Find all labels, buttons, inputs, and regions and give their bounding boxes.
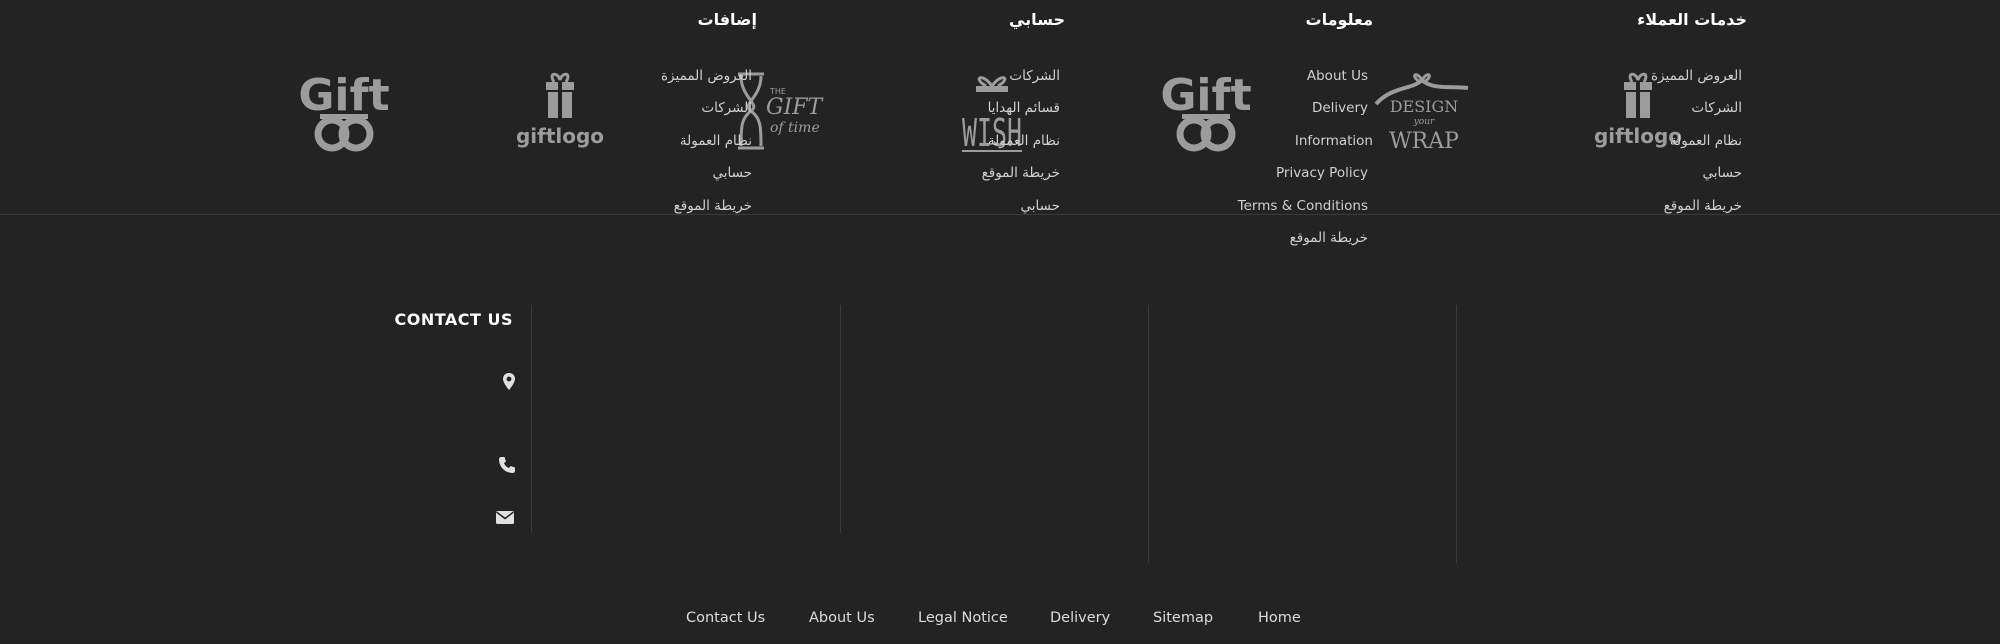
contact-column: CONTACT US	[313, 300, 513, 342]
customer-service-link[interactable]: الشركات	[1487, 94, 1747, 126]
information-link[interactable]: Delivery	[1123, 94, 1373, 126]
my-account-heading: حسابي	[1008, 10, 1065, 29]
svg-text:Gift: Gift	[298, 70, 389, 121]
bottom-link-delivery[interactable]: Delivery	[1050, 604, 1110, 632]
bottom-link-legal-notice[interactable]: Legal Notice	[918, 604, 1008, 632]
information-link[interactable]: Terms & Conditions	[1123, 192, 1373, 224]
my-account-link[interactable]: خريطة الموقع	[815, 159, 1065, 191]
information-column: معلومات About Us Delivery Information Pr…	[1123, 0, 1373, 256]
phone-icon	[497, 455, 517, 475]
column-divider	[840, 305, 841, 533]
my-account-link[interactable]: نظام العمولة	[815, 127, 1065, 159]
gift-knot-logo[interactable]: Gift	[294, 68, 394, 156]
my-account-link[interactable]: حسابي	[815, 192, 1065, 224]
customer-service-link[interactable]: حسابي	[1487, 159, 1747, 191]
extras-column: إضافات العروض المميزة الشركات نظام العمو…	[507, 0, 757, 224]
information-list: About Us Delivery Information Privacy Po…	[1123, 62, 1373, 256]
extras-link[interactable]: نظام العمولة	[507, 127, 757, 159]
information-link[interactable]: About Us	[1123, 62, 1373, 94]
column-divider	[1456, 305, 1457, 563]
customer-service-heading: خدمات العملاء	[1637, 10, 1747, 29]
map-pin-icon	[499, 372, 519, 392]
bottom-link-home[interactable]: Home	[1258, 604, 1301, 632]
my-account-column: حسابي الشركات قسائم الهدايا نظام العمولة…	[815, 0, 1065, 224]
column-divider	[531, 305, 532, 533]
contact-heading: CONTACT US	[394, 310, 513, 329]
design-your-wrap-logo[interactable]: DESIGN your WRAP	[1372, 68, 1472, 156]
extras-list: العروض المميزة الشركات نظام العمولة حساب…	[507, 62, 757, 224]
my-account-link[interactable]: قسائم الهدايا	[815, 94, 1065, 126]
bottom-link-about-us[interactable]: About Us	[809, 604, 875, 632]
extras-link[interactable]: الشركات	[507, 94, 757, 126]
bottom-link-sitemap[interactable]: Sitemap	[1153, 604, 1213, 632]
extras-link[interactable]: العروض المميزة	[507, 62, 757, 94]
svg-text:of time: of time	[770, 120, 820, 136]
information-link[interactable]: خريطة الموقع	[1123, 224, 1373, 256]
information-link[interactable]: Privacy Policy	[1123, 159, 1373, 191]
customer-service-column: خدمات العملاء العروض المميزة الشركات نظا…	[1487, 0, 1747, 224]
column-divider	[1148, 305, 1149, 563]
customer-service-link[interactable]: العروض المميزة	[1487, 62, 1747, 94]
customer-service-list: العروض المميزة الشركات نظام العمولة حساب…	[1487, 62, 1747, 224]
svg-text:your: your	[1413, 117, 1435, 127]
customer-service-link[interactable]: خريطة الموقع	[1487, 192, 1747, 224]
bottom-nav: Contact Us About Us Legal Notice Deliver…	[0, 604, 2000, 632]
bottom-link-contact-us[interactable]: Contact Us	[686, 604, 765, 632]
envelope-icon[interactable]	[495, 507, 515, 527]
extras-link[interactable]: خريطة الموقع	[507, 192, 757, 224]
extras-heading: إضافات	[697, 10, 757, 29]
svg-text:WRAP: WRAP	[1389, 129, 1459, 154]
information-heading: معلومات	[1305, 10, 1374, 29]
information-link[interactable]: Information	[1123, 127, 1373, 159]
extras-link[interactable]: حسابي	[507, 159, 757, 191]
customer-service-link[interactable]: نظام العمولة	[1487, 127, 1747, 159]
svg-text:DESIGN: DESIGN	[1390, 97, 1459, 116]
my-account-list: الشركات قسائم الهدايا نظام العمولة خريطة…	[815, 62, 1065, 224]
my-account-link[interactable]: الشركات	[815, 62, 1065, 94]
